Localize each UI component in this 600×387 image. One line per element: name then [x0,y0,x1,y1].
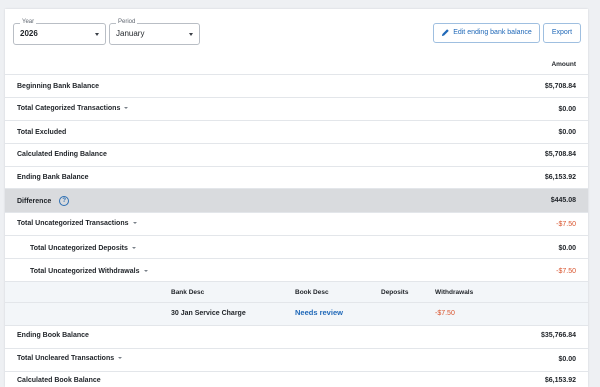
bank-desc-header: Bank Desc [171,289,205,296]
reconciliation-card: Year 2026 Period January Edit ending ban… [5,9,588,387]
row-amount: $445.08 [550,197,576,204]
deposits-header: Deposits [381,289,409,296]
expand-caret-icon[interactable] [124,107,129,110]
row-amount: $0.00 [558,356,576,363]
book-desc-header: Book Desc [295,289,329,296]
withdrawals-header: Withdrawals [435,289,474,296]
row-amount: -$7.50 [556,268,576,275]
year-label: Year [20,18,37,26]
withdrawals-cell: -$7.50 [435,310,455,317]
row-calculated-ending-balance: Calculated Ending Balance $5,708.84 [5,144,588,167]
help-icon[interactable]: ? [59,196,70,206]
needs-review-link[interactable]: Needs review [295,308,343,317]
chevron-down-icon [95,33,99,36]
row-label: Difference [17,197,52,205]
row-amount: $6,153.92 [544,377,576,384]
row-label: Total Uncategorized Transactions [17,220,129,227]
row-label: Ending Bank Balance [17,174,89,181]
period-value: January [116,29,145,38]
row-label: Beginning Bank Balance [17,83,100,90]
row-amount: $0.00 [558,106,576,113]
row-label: Ending Book Balance [17,332,89,339]
edit-button-label: Edit ending bank balance [453,29,532,36]
row-difference: Difference? $445.08 [5,189,588,213]
year-select[interactable]: Year 2026 [13,18,106,45]
year-value: 2026 [20,29,38,38]
expand-caret-icon[interactable] [132,222,137,225]
row-label-group: Total Categorized Transactions [17,104,129,113]
period-label: Period [116,18,138,26]
edit-ending-bank-balance-button[interactable]: Edit ending bank balance [433,23,540,43]
subtable-row: 30 Jan Service Charge Needs review -$7.5… [5,303,588,326]
row-ending-bank-balance: Ending Bank Balance $6,153.92 [5,167,588,189]
row-label-group: Total Uncategorized Withdrawals [30,267,148,276]
row-label: Calculated Book Balance [17,377,101,384]
row-label: Total Uncleared Transactions [17,355,115,362]
row-label-group: Total Uncategorized Transactions [17,219,137,228]
row-beginning-bank-balance: Beginning Bank Balance $5,708.84 [5,75,588,98]
row-total-excluded: Total Excluded $0.00 [5,121,588,144]
row-label: Total Uncategorized Withdrawals [30,268,140,275]
export-button[interactable]: Export [543,23,581,43]
row-total-uncleared[interactable]: Total Uncleared Transactions $0.00 [5,349,588,372]
row-calculated-book-balance: Calculated Book Balance $6,153.92 [5,372,588,387]
row-amount: $0.00 [558,245,576,252]
row-amount: $35,766.84 [540,332,576,339]
row-total-uncategorized[interactable]: Total Uncategorized Transactions -$7.50 [5,213,588,236]
row-amount: -$7.50 [556,221,576,228]
period-select[interactable]: Period January [109,18,200,45]
row-amount: $0.00 [558,129,576,136]
row-label-group: Difference? [17,196,70,206]
row-amount: $5,708.84 [544,151,576,158]
row-total-categorized[interactable]: Total Categorized Transactions $0.00 [5,98,588,121]
export-button-label: Export [551,29,573,36]
bank-desc-cell: 30 Jan Service Charge [171,310,246,317]
row-label-group: Total Uncategorized Deposits [30,244,136,253]
row-label: Total Categorized Transactions [17,105,121,112]
table-header: Amount [5,52,588,75]
row-amount: $5,708.84 [544,83,576,90]
row-label: Total Uncategorized Deposits [30,245,128,252]
amount-header: Amount [551,61,576,68]
chevron-down-icon [189,33,193,36]
row-label-group: Total Uncleared Transactions [17,354,123,363]
row-label: Total Excluded [17,129,67,136]
row-ending-book-balance: Ending Book Balance $35,766.84 [5,326,588,349]
subtable-header: Bank Desc Book Desc Deposits Withdrawals [5,282,588,303]
pencil-icon [442,28,449,36]
row-total-uncategorized-withdrawals[interactable]: Total Uncategorized Withdrawals -$7.50 [5,259,588,282]
row-amount: $6,153.92 [544,174,576,181]
expand-caret-icon[interactable] [143,270,148,273]
expand-caret-icon[interactable] [118,357,123,360]
expand-caret-icon[interactable] [131,247,136,250]
row-total-uncategorized-deposits[interactable]: Total Uncategorized Deposits $0.00 [5,236,588,259]
row-label: Calculated Ending Balance [17,151,107,158]
